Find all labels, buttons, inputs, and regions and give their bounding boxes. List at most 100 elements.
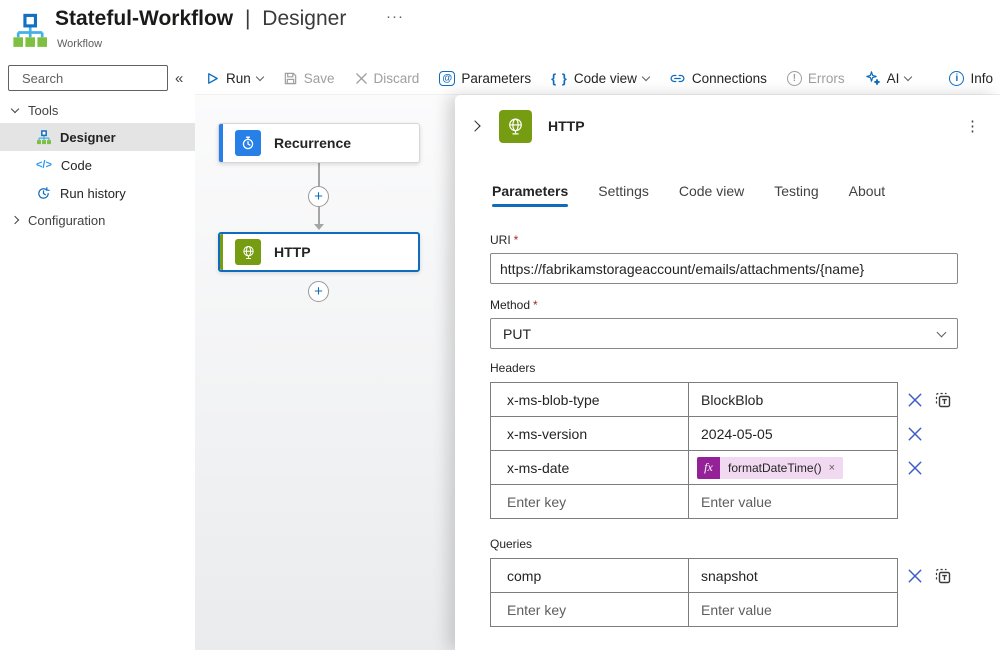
collapse-panel-button[interactable] — [469, 117, 485, 135]
http-globe-icon — [235, 239, 261, 265]
tab-parameters[interactable]: Parameters — [492, 183, 569, 207]
row-controls — [907, 450, 923, 485]
sidebar-item-designer[interactable]: Designer — [0, 123, 195, 151]
delete-row-button[interactable] — [907, 568, 923, 584]
header-value-cell — [688, 484, 898, 519]
tab-about[interactable]: About — [849, 183, 886, 207]
recurrence-node-label: Recurrence — [274, 135, 352, 151]
query-row-1 — [490, 558, 980, 593]
parameters-button[interactable]: @ Parameters — [429, 62, 541, 94]
errors-label: Errors — [807, 70, 845, 86]
errors-button[interactable]: ! Errors — [777, 62, 855, 94]
save-icon — [284, 72, 297, 84]
save-button[interactable]: Save — [273, 62, 345, 94]
expression-token[interactable]: fx formatDateTime() × — [697, 456, 844, 479]
uri-label: URI * — [490, 233, 980, 247]
tab-code-view-label: Code view — [678, 183, 745, 199]
delete-row-button[interactable] — [907, 460, 923, 476]
query-value-input[interactable] — [697, 601, 889, 618]
active-tab-underline — [492, 204, 569, 207]
view-name: Designer — [262, 7, 347, 30]
header-key-cell — [490, 416, 689, 451]
header-more-options-button[interactable]: ··· — [386, 8, 404, 25]
search-box — [8, 65, 198, 91]
switch-to-text-mode-button[interactable] — [934, 567, 952, 585]
save-label: Save — [303, 70, 335, 86]
discard-button[interactable]: Discard — [345, 62, 430, 94]
errors-icon: ! — [786, 70, 802, 86]
run-button[interactable]: Run — [195, 62, 273, 94]
header-value-input[interactable] — [697, 425, 889, 442]
add-action-button[interactable]: + — [308, 281, 329, 302]
query-key-input[interactable] — [503, 601, 676, 618]
workflow-canvas[interactable]: Recurrence + HTTP + — [195, 95, 455, 650]
header-key-input[interactable] — [503, 425, 676, 442]
connections-button[interactable]: Connections — [659, 62, 777, 94]
ai-label: AI — [886, 70, 900, 86]
play-icon — [208, 72, 218, 84]
delete-row-button[interactable] — [907, 392, 923, 408]
panel-tabs: Parameters Settings Code view Testing Ab… — [492, 183, 885, 207]
header-value-input[interactable] — [697, 493, 889, 510]
tab-testing-label: Testing — [774, 183, 819, 199]
query-key-cell — [490, 558, 689, 593]
recurrence-node[interactable]: Recurrence — [218, 123, 420, 163]
collapse-sidebar-button[interactable]: « — [175, 70, 183, 87]
method-label: Method * — [490, 298, 980, 312]
tab-testing[interactable]: Testing — [774, 183, 818, 207]
tab-settings[interactable]: Settings — [598, 183, 649, 207]
header-key-input[interactable] — [503, 459, 676, 476]
queries-label: Queries — [490, 537, 533, 551]
delete-row-button[interactable] — [907, 426, 923, 442]
chevron-down-icon — [255, 72, 265, 81]
uri-input[interactable] — [490, 253, 958, 284]
code-icon: </> — [36, 159, 52, 171]
sidebar-item-run-history[interactable]: Run history — [0, 179, 195, 207]
http-node[interactable]: HTTP — [218, 232, 420, 272]
header-value-input[interactable] — [697, 391, 889, 408]
header-value-cell: fx formatDateTime() × — [688, 450, 898, 485]
connector-arrowhead — [314, 224, 324, 230]
workflow-name: Stateful-Workflow — [55, 7, 234, 30]
run-history-label: Run history — [60, 185, 126, 201]
code-view-button[interactable]: { } Code view — [541, 62, 659, 94]
panel-more-options-button[interactable]: ⋮ — [961, 117, 984, 135]
ai-button[interactable]: AI — [855, 62, 922, 94]
query-value-input[interactable] — [697, 567, 889, 584]
header-key-cell — [490, 450, 689, 485]
uri-label-text: URI — [490, 233, 511, 247]
insert-step-button[interactable]: + — [308, 186, 329, 207]
left-sidebar: « Tools Designer </> Code Run history — [0, 62, 198, 650]
dismiss-icon — [355, 72, 367, 84]
header-value-cell — [688, 382, 898, 417]
parameters-icon: @ — [439, 70, 456, 86]
tools-group-header[interactable]: Tools — [0, 97, 195, 123]
workflow-logo-icon — [13, 13, 47, 47]
switch-to-text-mode-button[interactable] — [934, 391, 952, 409]
configuration-group-header[interactable]: Configuration — [0, 207, 195, 233]
row-controls — [907, 382, 952, 417]
method-value: PUT — [503, 325, 531, 342]
sidebar-item-code[interactable]: </> Code — [0, 151, 195, 179]
row-controls — [907, 558, 952, 593]
header-key-input[interactable] — [503, 493, 676, 510]
header-row-1 — [490, 382, 980, 417]
method-label-text: Method — [490, 298, 531, 312]
braces-icon: { } — [551, 70, 568, 86]
app-header: Stateful-Workflow | Designer ··· Workflo… — [0, 0, 1000, 62]
tab-code-view[interactable]: Code view — [679, 183, 744, 207]
method-dropdown[interactable]: PUT — [490, 318, 958, 349]
header-key-input[interactable] — [503, 391, 676, 408]
info-button[interactable]: i Info — [939, 62, 1000, 94]
header-key-cell — [490, 484, 689, 519]
link-icon — [670, 74, 685, 82]
http-panel-icon — [499, 109, 532, 143]
panel-title: HTTP — [548, 118, 585, 134]
designer-workflow-icon — [37, 129, 51, 144]
command-bar: Run Save Discard @ Parameters { } Code v… — [195, 62, 1000, 95]
remove-token-icon[interactable]: × — [829, 462, 835, 474]
code-label: Code — [60, 157, 92, 173]
search-input[interactable] — [22, 70, 198, 86]
row-controls — [907, 416, 923, 451]
query-key-input[interactable] — [503, 567, 676, 584]
